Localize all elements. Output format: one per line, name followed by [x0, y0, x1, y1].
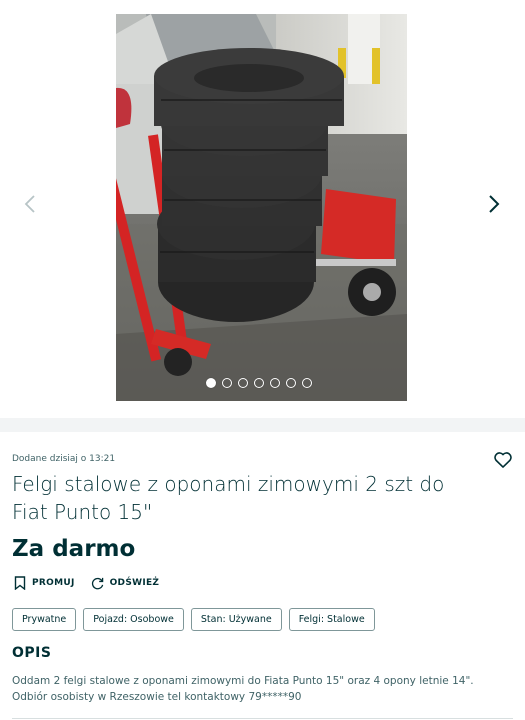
heart-icon	[494, 452, 512, 468]
description-text: Oddam 2 felgi stalowe z oponami zimowymi…	[12, 675, 474, 703]
gallery-pagination	[206, 378, 312, 388]
gallery-dot[interactable]	[238, 378, 248, 388]
bookmark-icon	[14, 576, 26, 590]
promote-button[interactable]: PROMUJ	[14, 576, 75, 590]
expand-icon	[485, 375, 503, 393]
refresh-icon	[91, 577, 103, 589]
chevron-left-icon	[24, 195, 35, 213]
listing-price: Za darmo	[12, 536, 136, 562]
gallery-dot[interactable]	[270, 378, 280, 388]
favorite-button[interactable]	[493, 450, 513, 470]
gallery-dot[interactable]	[286, 378, 296, 388]
gallery-dot[interactable]	[254, 378, 264, 388]
gallery-dot[interactable]	[206, 378, 216, 388]
chevron-right-icon	[489, 195, 500, 213]
posted-date: Dodane dzisiaj o 13:21	[12, 454, 116, 464]
tire-stack	[154, 48, 344, 322]
next-image-button[interactable]	[482, 190, 506, 218]
photo-tires-on-hand-truck	[116, 14, 407, 401]
expand-image-button[interactable]	[484, 374, 504, 394]
listing-photo[interactable]	[116, 14, 407, 401]
tag-condition[interactable]: Stan: Używane	[190, 608, 282, 631]
promote-label: PROMUJ	[32, 578, 75, 588]
listing-tags: Prywatne Pojazd: Osobowe Stan: Używane F…	[12, 608, 375, 631]
refresh-button[interactable]: ODŚWIEŻ	[91, 577, 160, 590]
description-heading: OPIS	[12, 645, 52, 661]
section-separator	[0, 418, 525, 432]
image-gallery	[0, 0, 525, 418]
tag-rims[interactable]: Felgi: Stalowe	[288, 608, 375, 631]
listing-title: Felgi stalowe z oponami zimowymi 2 szt d…	[12, 472, 445, 524]
gallery-dot[interactable]	[302, 378, 312, 388]
listing-actions: PROMUJ ODŚWIEŻ	[14, 576, 159, 590]
gallery-dot[interactable]	[222, 378, 232, 388]
tag-seller-type[interactable]: Prywatne	[12, 608, 77, 631]
refresh-label: ODŚWIEŻ	[109, 578, 160, 588]
tag-vehicle[interactable]: Pojazd: Osobowe	[83, 608, 184, 631]
divider	[12, 718, 513, 719]
previous-image-button[interactable]	[18, 190, 42, 218]
